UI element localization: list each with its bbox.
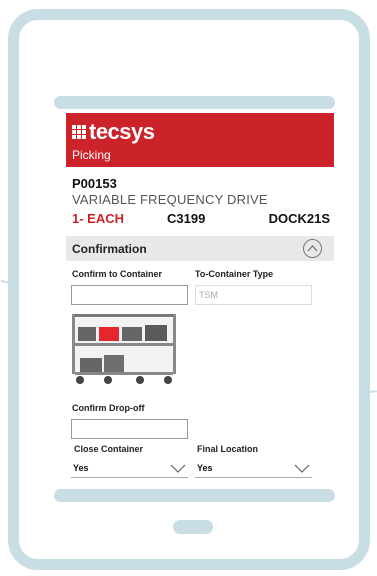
grid-logo-icon	[72, 125, 86, 139]
module-title: Picking	[72, 148, 111, 162]
dropoff-input[interactable]	[71, 419, 188, 439]
close-container-select[interactable]: Yes	[71, 458, 188, 478]
chevron-up-circle-icon[interactable]	[303, 239, 322, 258]
confirm-container-input[interactable]	[71, 285, 188, 305]
chevron-down-icon	[170, 464, 186, 473]
device-home-button[interactable]	[173, 520, 213, 534]
final-location-value: Yes	[197, 463, 213, 473]
dropoff-label: Confirm Drop-off	[72, 403, 145, 413]
close-container-value: Yes	[73, 463, 89, 473]
app-logo: tecsys	[72, 119, 155, 145]
close-container-label: Close Container	[74, 444, 144, 454]
item-description: VARIABLE FREQUENCY DRIVE	[72, 192, 268, 207]
section-title: Confirmation	[72, 242, 147, 256]
app-screen: tecsys Picking P00153 VARIABLE FREQUENCY…	[66, 113, 334, 485]
final-location-label: Final Location	[197, 444, 259, 454]
picking-cart-icon	[72, 314, 176, 384]
item-quantity: 1- EACH	[72, 211, 125, 226]
device-top-bar	[54, 96, 335, 109]
device-bottom-bar	[54, 489, 335, 502]
final-location-select[interactable]: Yes	[195, 458, 312, 478]
item-location: C3199	[167, 211, 206, 226]
container-type-field: TSM	[195, 285, 312, 305]
app-header: tecsys Picking	[66, 113, 334, 167]
container-type-label: To-Container Type	[195, 269, 274, 279]
confirm-container-label: Confirm to Container	[72, 269, 162, 279]
item-code: P00153	[72, 176, 117, 191]
chevron-down-icon	[294, 464, 310, 473]
logo-text: tecsys	[89, 119, 155, 144]
confirmation-section-header[interactable]: Confirmation	[66, 236, 334, 261]
item-dock: DOCK21S	[268, 211, 330, 226]
